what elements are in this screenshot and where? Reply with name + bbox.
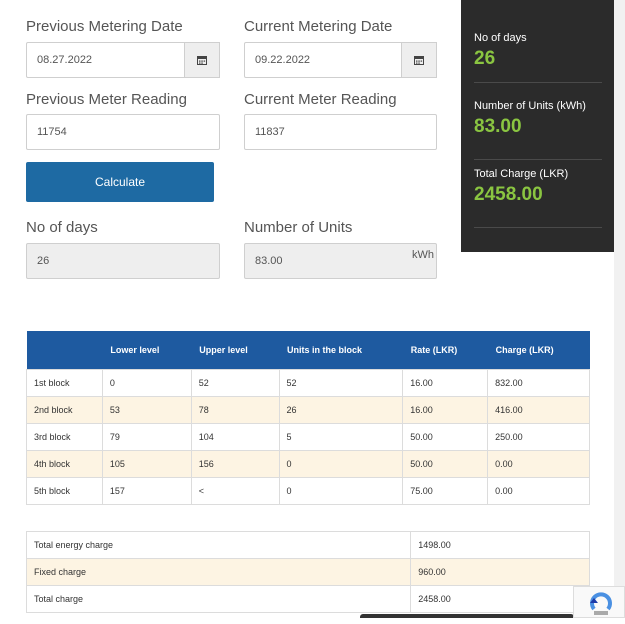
column-header xyxy=(26,331,103,370)
upper-level-cell: 156 xyxy=(190,450,280,478)
rate-cell: 16.00 xyxy=(402,369,489,397)
units-cell: 52 xyxy=(278,369,404,397)
total-value: 960.00 xyxy=(410,558,590,586)
total-label: Fixed charge xyxy=(25,558,412,586)
column-header-units: Units in the block xyxy=(279,331,403,370)
no-of-days-label: No of days xyxy=(26,219,98,236)
table-row: 4th block 105 156 0 50.00 0.00 xyxy=(26,450,590,478)
summary-charge-label: Total Charge (LKR) xyxy=(474,168,569,180)
current-reading-input[interactable]: 11837 xyxy=(244,114,437,150)
lower-level-cell: 0 xyxy=(101,369,192,397)
rate-cell: 50.00 xyxy=(402,450,489,478)
units-cell: 5 xyxy=(278,423,404,451)
column-header-upper-level: Upper level xyxy=(191,331,280,370)
previous-date-calendar-button[interactable] xyxy=(184,42,220,78)
charge-cell: 0.00 xyxy=(487,477,590,505)
lower-level-cell: 79 xyxy=(101,423,192,451)
number-of-units-field: 83.00 kWh xyxy=(244,243,437,279)
scrollbar-track[interactable] xyxy=(614,0,625,618)
calendar-icon xyxy=(414,56,424,65)
column-header-charge: Charge (LKR) xyxy=(487,331,590,370)
upper-level-cell: 104 xyxy=(190,423,280,451)
upper-level-cell: < xyxy=(190,477,280,505)
column-header-lower-level: Lower level xyxy=(102,331,192,370)
rate-cell: 75.00 xyxy=(402,477,489,505)
table-row: 3rd block 79 104 5 50.00 250.00 xyxy=(26,423,590,451)
current-date-input[interactable]: 09.22.2022 xyxy=(244,42,437,78)
table-row: 5th block 157 < 0 75.00 0.00 xyxy=(26,477,590,505)
summary-days: No of days 26 xyxy=(474,32,602,83)
current-date-label: Current Metering Date xyxy=(244,18,393,35)
tariff-blocks-table: Lower level Upper level Units in the blo… xyxy=(26,331,590,505)
bottom-bar xyxy=(360,614,574,618)
table-row: 1st block 0 52 52 16.00 832.00 xyxy=(26,369,590,397)
rate-cell: 50.00 xyxy=(402,423,489,451)
summary-days-value: 26 xyxy=(474,48,496,69)
table-header-row: Lower level Upper level Units in the blo… xyxy=(26,331,590,370)
no-of-days-field: 26 xyxy=(26,243,220,279)
upper-level-cell: 52 xyxy=(190,369,280,397)
summary-units: Number of Units (kWh) 83.00 xyxy=(474,100,602,160)
current-date-calendar-button[interactable] xyxy=(401,42,437,78)
calculate-button[interactable]: Calculate xyxy=(26,162,214,202)
table-row: Fixed charge 960.00 xyxy=(25,558,590,586)
units-cell: 0 xyxy=(278,477,404,505)
calendar-icon xyxy=(197,56,207,65)
block-name: 3rd block xyxy=(26,423,103,451)
previous-reading-label: Previous Meter Reading xyxy=(26,91,187,108)
lower-level-cell: 53 xyxy=(101,396,192,424)
recaptcha-icon xyxy=(590,592,612,615)
block-name: 2nd block xyxy=(26,396,103,424)
upper-level-cell: 78 xyxy=(190,396,280,424)
totals-table: Total energy charge 1498.00 Fixed charge… xyxy=(25,531,590,613)
recaptcha-badge[interactable] xyxy=(573,586,625,618)
current-date-value: 09.22.2022 xyxy=(255,54,311,66)
units-cell: 0 xyxy=(278,450,404,478)
block-name: 5th block xyxy=(26,477,103,505)
lower-level-cell: 157 xyxy=(101,477,192,505)
block-name: 4th block xyxy=(26,450,103,478)
column-header-rate: Rate (LKR) xyxy=(402,331,488,370)
charge-cell: 416.00 xyxy=(487,396,590,424)
charge-cell: 0.00 xyxy=(487,450,590,478)
lower-level-cell: 105 xyxy=(101,450,192,478)
rate-cell: 16.00 xyxy=(402,396,489,424)
table-row: Total charge 2458.00 xyxy=(25,585,590,613)
number-of-units-value: 83.00 xyxy=(255,255,283,267)
total-value: 2458.00 xyxy=(410,585,590,613)
current-reading-label: Current Meter Reading xyxy=(244,91,397,108)
summary-charge-value: 2458.00 xyxy=(474,184,543,205)
charge-cell: 250.00 xyxy=(487,423,590,451)
total-label: Total energy charge xyxy=(25,531,412,559)
previous-date-input[interactable]: 08.27.2022 xyxy=(26,42,220,78)
units-cell: 26 xyxy=(278,396,404,424)
summary-units-label: Number of Units (kWh) xyxy=(474,100,586,112)
total-value: 1498.00 xyxy=(410,531,590,559)
table-row: 2nd block 53 78 26 16.00 416.00 xyxy=(26,396,590,424)
previous-reading-input[interactable]: 11754 xyxy=(26,114,220,150)
number-of-units-label: Number of Units xyxy=(244,219,353,236)
table-row: Total energy charge 1498.00 xyxy=(25,531,590,559)
kwh-unit-label: kWh xyxy=(412,249,434,261)
total-label: Total charge xyxy=(25,585,412,613)
previous-date-label: Previous Metering Date xyxy=(26,18,183,35)
summary-charge: Total Charge (LKR) 2458.00 xyxy=(474,168,602,228)
charge-cell: 832.00 xyxy=(487,369,590,397)
block-name: 1st block xyxy=(26,369,103,397)
previous-date-value: 08.27.2022 xyxy=(37,54,93,66)
summary-units-value: 83.00 xyxy=(474,116,522,137)
summary-days-label: No of days xyxy=(474,32,527,44)
summary-panel: No of days 26 Number of Units (kWh) 83.0… xyxy=(461,0,614,252)
